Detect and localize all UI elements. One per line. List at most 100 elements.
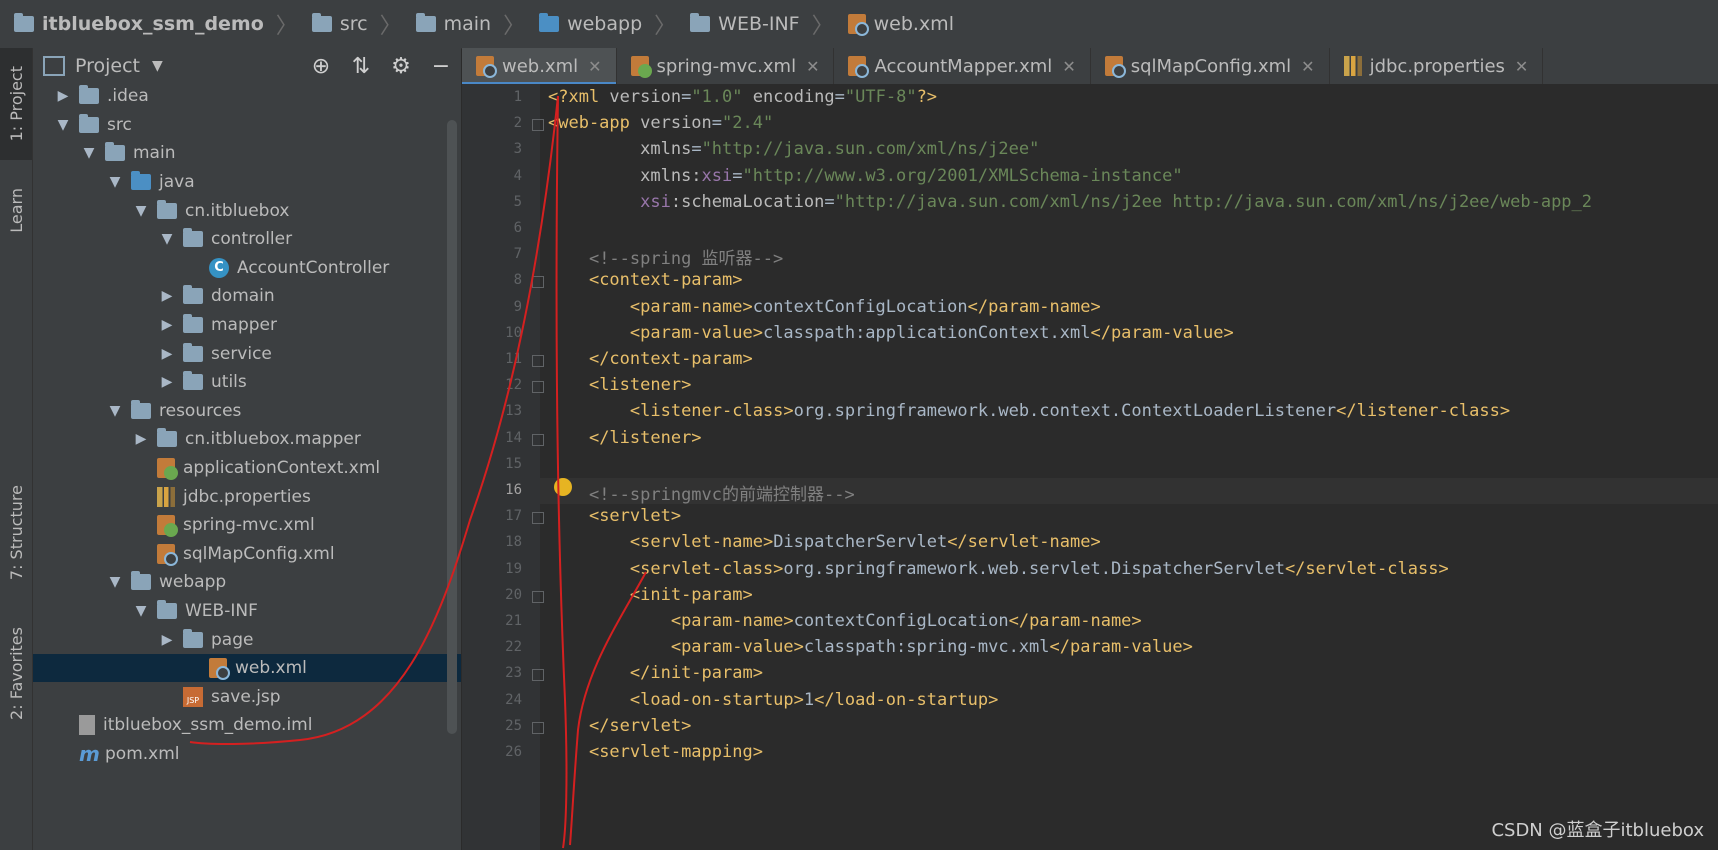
- tree-item[interactable]: ▶CAccountController: [33, 254, 461, 283]
- breadcrumb-item[interactable]: web.xml: [834, 13, 954, 36]
- fold-marker-icon[interactable]: [532, 590, 544, 603]
- tree-item[interactable]: ▶web.xml: [33, 653, 461, 683]
- tree-item[interactable]: ▶ mapper: [33, 311, 461, 340]
- tree-item[interactable]: ▼ main: [33, 139, 461, 168]
- fold-marker-icon[interactable]: [532, 276, 544, 289]
- project-panel-title[interactable]: Project: [75, 55, 140, 77]
- line-number: 24: [505, 691, 522, 708]
- tree-item[interactable]: ▶ cn.itbluebox.mapper: [33, 425, 461, 454]
- tree-item[interactable]: ▶itbluebox_ssm_demo.iml: [33, 711, 461, 740]
- tree-item[interactable]: ▼ resources: [33, 397, 461, 426]
- fold-marker-icon[interactable]: [532, 721, 544, 734]
- chevron-down-icon[interactable]: ▼: [105, 174, 125, 190]
- code-token: :schemaLocation: [670, 191, 825, 212]
- tree-item[interactable]: ▼ src: [33, 111, 461, 140]
- tree-item[interactable]: ▼ WEB-INF: [33, 597, 461, 626]
- close-icon[interactable]: ✕: [1515, 57, 1528, 76]
- tree-item[interactable]: ▶jdbc.properties: [33, 482, 461, 511]
- breadcrumb-item[interactable]: main 〉: [402, 8, 525, 40]
- chevron-down-icon[interactable]: ▼: [53, 117, 73, 133]
- chevron-right-icon[interactable]: ▶: [157, 374, 177, 390]
- editor-tab[interactable]: spring-mvc.xml ✕: [617, 48, 835, 84]
- tree-item[interactable]: ▼ controller: [33, 225, 461, 254]
- tree-item[interactable]: ▼ cn.itbluebox: [33, 196, 461, 225]
- breadcrumb-item[interactable]: WEB-INF 〉: [676, 8, 834, 40]
- learn-tool-tab[interactable]: Learn: [0, 170, 32, 250]
- fold-marker-icon[interactable]: [532, 433, 544, 446]
- tree-item[interactable]: ▶applicationContext.xml: [33, 454, 461, 483]
- fold-marker-icon[interactable]: [532, 119, 544, 132]
- folder-icon: [105, 142, 125, 162]
- chevron-right-icon[interactable]: ▶: [53, 88, 73, 104]
- editor-tab[interactable]: web.xml ✕: [462, 48, 617, 85]
- gear-icon[interactable]: ⚙: [381, 54, 421, 79]
- close-icon[interactable]: ✕: [1301, 57, 1314, 76]
- tree-item[interactable]: ▶ utils: [33, 368, 461, 397]
- chevron-down-icon[interactable]: ▼: [131, 603, 151, 619]
- line-number: 19: [505, 560, 522, 577]
- code-token: </servlet-name>: [947, 532, 1101, 553]
- chevron-right-icon[interactable]: ▶: [157, 317, 177, 333]
- favorites-tool-tab[interactable]: 2: Favorites: [0, 608, 32, 738]
- code-token: <servlet-mapping>: [588, 742, 763, 762]
- chevron-down-icon[interactable]: ▼: [157, 231, 177, 247]
- editor-tab[interactable]: AccountMapper.xml ✕: [834, 48, 1091, 84]
- chevron-down-icon[interactable]: ▼: [105, 574, 125, 590]
- chevron-right-icon[interactable]: ▶: [157, 288, 177, 304]
- xml-icon: [1104, 56, 1126, 78]
- close-icon[interactable]: ✕: [1062, 57, 1075, 76]
- tree-item[interactable]: ▶ .idea: [33, 82, 461, 111]
- tree-item[interactable]: ▼ webapp: [33, 568, 461, 597]
- chevron-right-icon[interactable]: ▶: [131, 431, 151, 447]
- locate-icon[interactable]: ⊕: [301, 54, 341, 79]
- breadcrumb-item[interactable]: src 〉: [298, 8, 402, 40]
- minimize-icon[interactable]: −: [421, 54, 461, 79]
- package-icon: [183, 371, 203, 391]
- dropdown-arrow-icon[interactable]: ▼: [152, 58, 163, 74]
- code-token: </listener>: [588, 427, 702, 448]
- tree-item[interactable]: ▶JSPsave.jsp: [33, 682, 461, 711]
- tree-item[interactable]: ▶sqlMapConfig.xml: [33, 540, 461, 569]
- chevron-down-icon[interactable]: ▼: [131, 203, 151, 219]
- project-tool-tab[interactable]: 1: Project: [0, 48, 32, 160]
- chevron-right-icon[interactable]: ▶: [157, 632, 177, 648]
- line-number: 22: [505, 639, 522, 656]
- code-line: <servlet>: [548, 506, 681, 526]
- editor-tab[interactable]: sqlMapConfig.xml ✕: [1091, 48, 1330, 84]
- breadcrumb-item[interactable]: webapp 〉: [525, 8, 676, 40]
- fold-marker-icon[interactable]: [532, 512, 544, 525]
- tree-item-label: AccountController: [237, 257, 390, 278]
- tree-scrollbar[interactable]: [447, 120, 457, 734]
- tree-item[interactable]: ▶ domain: [33, 282, 461, 311]
- fold-marker-icon[interactable]: [532, 669, 544, 682]
- tree-item[interactable]: ▶ page: [33, 625, 461, 654]
- close-icon[interactable]: ✕: [806, 57, 819, 76]
- tree-item[interactable]: ▶ service: [33, 339, 461, 368]
- close-icon[interactable]: ✕: [588, 57, 601, 76]
- code-token: </param-name>: [967, 296, 1101, 317]
- code-token: </load-on-startup>: [814, 689, 999, 710]
- tree-item[interactable]: ▶spring-mvc.xml: [33, 511, 461, 540]
- breadcrumb-item[interactable]: itbluebox_ssm_demo 〉: [0, 8, 298, 40]
- code-line: </context-param>: [548, 349, 753, 369]
- intention-bulb-icon[interactable]: [554, 478, 572, 496]
- breadcrumb-label: main: [443, 13, 492, 35]
- structure-tool-tab[interactable]: 7: Structure: [0, 468, 32, 598]
- chevron-down-icon[interactable]: ▼: [79, 145, 99, 161]
- collapse-all-icon[interactable]: ⇅: [341, 54, 381, 79]
- tree-item[interactable]: ▶mpom.xml: [33, 740, 461, 769]
- folder-icon: [311, 13, 332, 32]
- fold-marker-icon[interactable]: [532, 381, 544, 394]
- chevron-down-icon[interactable]: ▼: [105, 403, 125, 419]
- editor-tab[interactable]: jdbc.properties ✕: [1330, 48, 1544, 84]
- line-number: 16: [505, 482, 522, 498]
- tree-item-label: service: [211, 343, 272, 364]
- fold-marker-icon[interactable]: [532, 355, 544, 367]
- chevron-right-icon[interactable]: ▶: [157, 346, 177, 362]
- tree-item-label: applicationContext.xml: [183, 458, 381, 479]
- line-number: 14: [505, 429, 522, 446]
- tree-item[interactable]: ▼ java: [33, 168, 461, 197]
